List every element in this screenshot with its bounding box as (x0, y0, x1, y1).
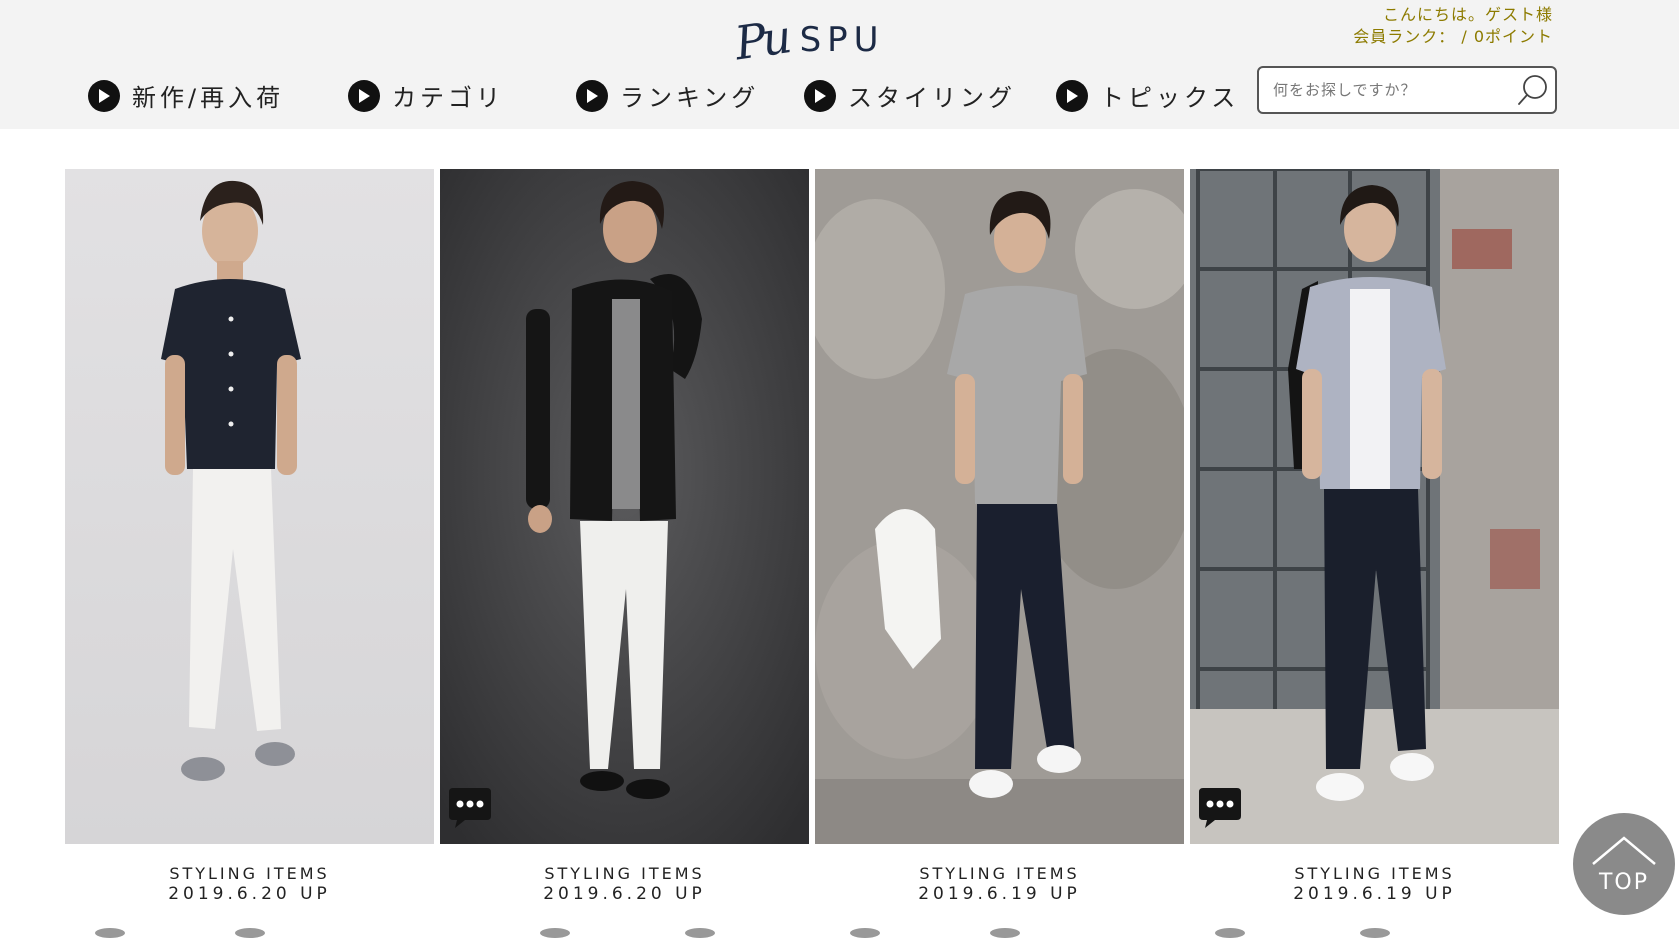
model-photo (815, 169, 1184, 844)
site-logo[interactable]: Pu SPU (731, 6, 895, 74)
card-caption: STYLING ITEMS 2019.6.19 UP (1190, 864, 1559, 904)
play-circle-icon (88, 79, 120, 112)
styling-card[interactable]: STYLING ITEMS 2019.6.20 UP (440, 169, 809, 904)
styling-card[interactable]: STYLING ITEMS 2019.6.19 UP (1190, 169, 1559, 904)
next-row-thumb-peek (540, 928, 570, 938)
chevron-up-icon (1592, 835, 1656, 865)
nav-item-label: ランキング (620, 84, 760, 112)
styling-photo[interactable] (1190, 169, 1559, 844)
member-rank-points: 会員ランク： / 0ポイント (1353, 27, 1553, 46)
logo-text: SPU (799, 20, 885, 60)
play-circle-icon (804, 79, 836, 112)
back-to-top-button[interactable]: TOP (1573, 813, 1675, 915)
site-header: Pu SPU こんにちは。ゲスト様 会員ランク： / 0ポイント 新作/再入荷 … (0, 0, 1679, 129)
model-photo (65, 169, 434, 844)
nav-item-new-arrivals[interactable]: 新作/再入荷 (88, 78, 284, 113)
nav-item-category[interactable]: カテゴリ (348, 78, 504, 113)
next-row-thumb-peek (685, 928, 715, 938)
next-row-thumb-peek (235, 928, 265, 938)
chat-bubble-icon[interactable] (447, 786, 493, 830)
nav-item-label: トピックス (1100, 84, 1240, 112)
search-icon[interactable] (1511, 68, 1555, 112)
card-title: STYLING ITEMS (1294, 864, 1455, 883)
nav-item-styling[interactable]: スタイリング (804, 78, 1016, 113)
styling-card[interactable]: STYLING ITEMS 2019.6.20 UP (65, 169, 434, 904)
search-box (1257, 66, 1557, 114)
nav-item-label: 新作/再入荷 (132, 84, 285, 112)
card-date: 2019.6.20 UP (543, 884, 706, 904)
card-title: STYLING ITEMS (169, 864, 330, 883)
back-to-top-label: TOP (1598, 869, 1650, 895)
card-caption: STYLING ITEMS 2019.6.19 UP (815, 864, 1184, 904)
play-circle-icon (348, 79, 380, 112)
card-title: STYLING ITEMS (544, 864, 705, 883)
card-caption: STYLING ITEMS 2019.6.20 UP (440, 864, 809, 904)
styling-photo[interactable] (65, 169, 434, 844)
next-row-thumb-peek (95, 928, 125, 938)
next-row-thumb-peek (850, 928, 880, 938)
model-photo (440, 169, 809, 844)
next-row-thumb-peek (1215, 928, 1245, 938)
card-date: 2019.6.19 UP (918, 884, 1081, 904)
next-row-thumb-peek (1360, 928, 1390, 938)
chat-bubble-icon[interactable] (1197, 786, 1243, 830)
card-date: 2019.6.20 UP (168, 884, 331, 904)
styling-card[interactable]: STYLING ITEMS 2019.6.19 UP (815, 169, 1184, 904)
card-caption: STYLING ITEMS 2019.6.20 UP (65, 864, 434, 904)
next-row-thumb-peek (990, 928, 1020, 938)
play-circle-icon (1056, 79, 1088, 112)
play-circle-icon (576, 79, 608, 112)
styling-photo[interactable] (815, 169, 1184, 844)
search-input[interactable] (1259, 68, 1511, 112)
nav-item-ranking[interactable]: ランキング (576, 78, 759, 113)
nav-item-label: スタイリング (848, 84, 1016, 112)
nav-item-topics[interactable]: トピックス (1056, 78, 1239, 113)
card-date: 2019.6.19 UP (1293, 884, 1456, 904)
styling-photo[interactable] (440, 169, 809, 844)
nav-item-label: カテゴリ (392, 84, 504, 112)
model-photo (1190, 169, 1559, 844)
user-greeting: こんにちは。ゲスト様 会員ランク： / 0ポイント (1353, 4, 1553, 48)
logo-mark: Pu (731, 9, 792, 71)
greeting-text: こんにちは。ゲスト様 (1382, 5, 1553, 24)
card-title: STYLING ITEMS (919, 864, 1080, 883)
